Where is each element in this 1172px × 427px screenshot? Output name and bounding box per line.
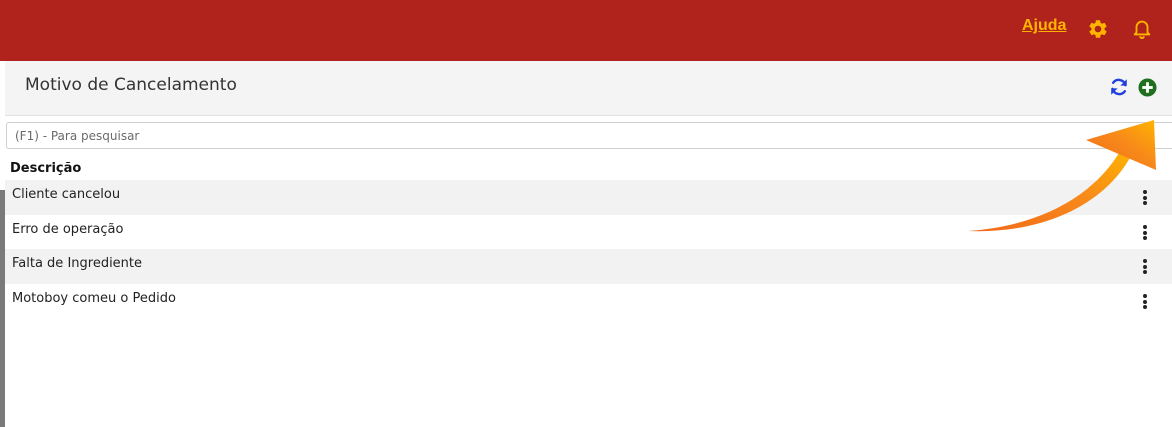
table-row[interactable]: Falta de Ingrediente	[5, 249, 1172, 284]
kebab-menu-icon[interactable]	[1139, 225, 1151, 243]
search-input[interactable]	[6, 122, 1172, 149]
kebab-menu-icon[interactable]	[1139, 259, 1151, 277]
page-header: Motivo de Cancelamento	[5, 61, 1172, 116]
table-row[interactable]: Erro de operação	[5, 215, 1172, 250]
kebab-menu-icon[interactable]	[1139, 294, 1151, 312]
row-label: Falta de Ingrediente	[12, 256, 143, 271]
refresh-icon[interactable]	[1108, 76, 1130, 98]
row-label: Motoboy comeu o Pedido	[12, 291, 176, 306]
kebab-menu-icon[interactable]	[1139, 190, 1151, 208]
bell-icon[interactable]	[1131, 17, 1153, 39]
row-label: Erro de operação	[12, 222, 124, 237]
gear-icon[interactable]	[1087, 18, 1109, 40]
add-circle-icon[interactable]	[1138, 78, 1157, 97]
help-link[interactable]: Ajuda	[1022, 17, 1066, 35]
page-title: Motivo de Cancelamento	[25, 75, 237, 95]
column-header-descricao: Descrição	[10, 161, 82, 176]
table-row[interactable]: Motoboy comeu o Pedido	[5, 284, 1172, 319]
table-row[interactable]: Cliente cancelou	[5, 180, 1172, 215]
top-bar: Ajuda	[0, 0, 1172, 61]
row-label: Cliente cancelou	[12, 187, 121, 202]
